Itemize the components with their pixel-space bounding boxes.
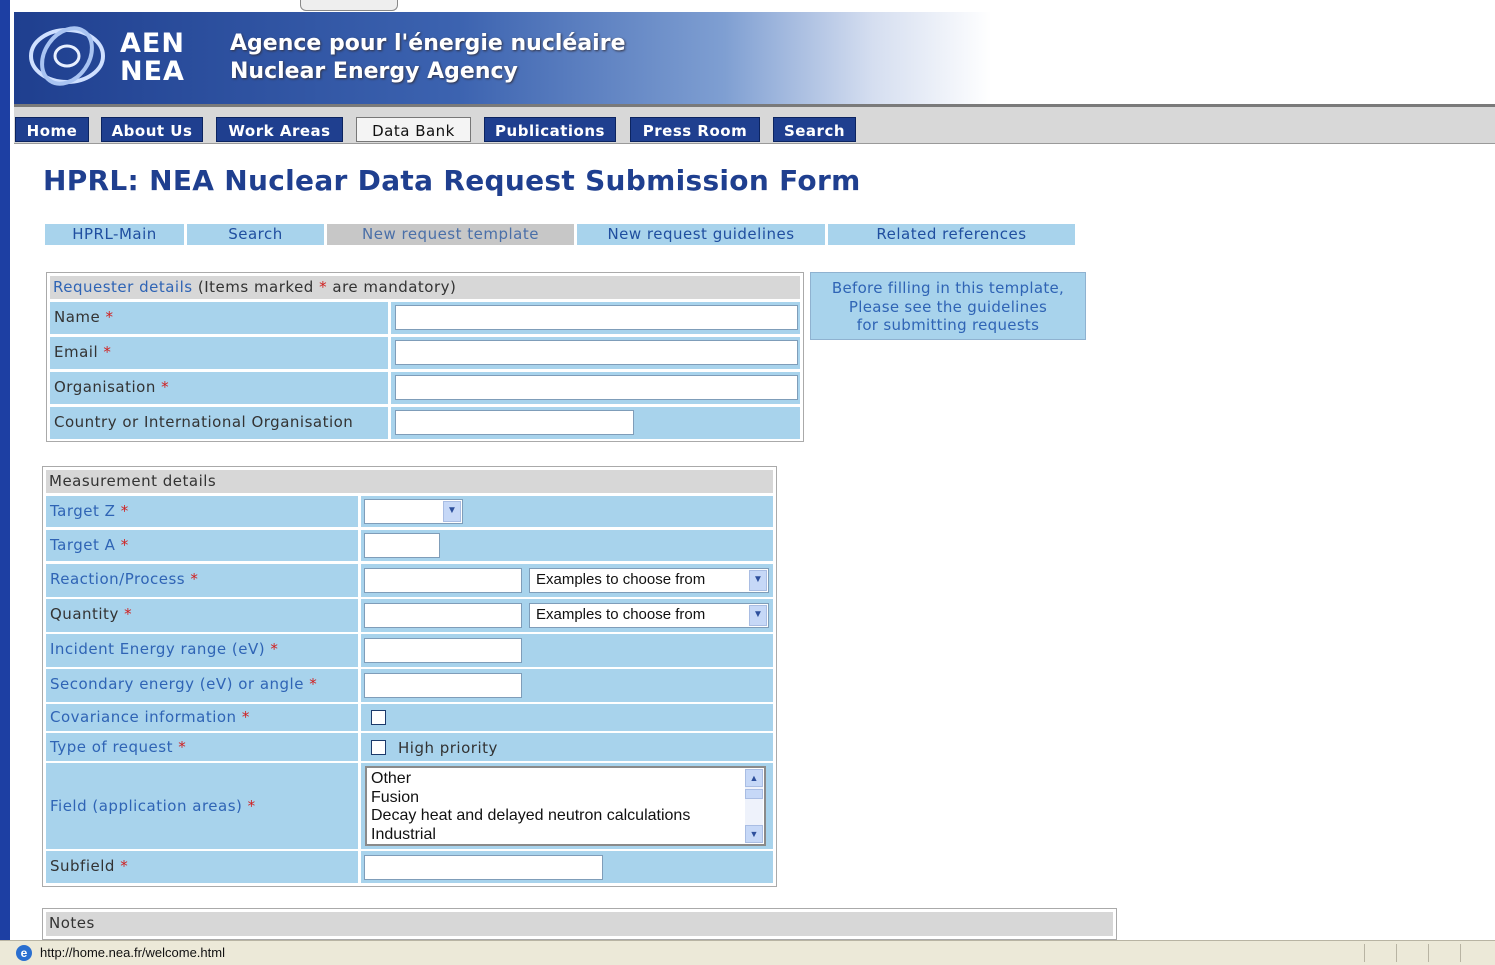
page-title: HPRL: NEA Nuclear Data Request Submissio… [43,164,861,197]
name-label: Name * [50,302,388,334]
chevron-down-icon[interactable]: ▼ [443,501,461,522]
nav-tab-press-room[interactable]: Press Room [630,117,760,142]
logo-line-aen: AEN [120,28,185,59]
subnav-search[interactable]: Search [187,224,324,245]
target-a-label: Target A * [46,530,358,561]
target-a-input[interactable] [364,533,440,558]
covariance-cell [361,704,773,731]
subnav-new-request-template[interactable]: New request template [327,224,574,245]
chevron-down-icon[interactable]: ▼ [749,570,767,591]
status-divider [1364,944,1365,962]
subfield-label: Subfield * [46,851,358,883]
email-label: Email * [50,337,388,369]
subnav-new-request-guidelines[interactable]: New request guidelines [577,224,825,245]
field-scrollbar[interactable]: ▲ ▼ [745,769,763,843]
notes-header: Notes [46,912,1113,936]
chevron-down-icon[interactable]: ▼ [749,605,767,626]
agency-name-fr: Agence pour l'énergie nucléaire [230,31,626,56]
nea-logo-icon[interactable] [24,22,110,90]
subnav-related-references[interactable]: Related references [828,224,1075,245]
reaction-examples-select[interactable]: Examples to choose from ▼ [529,568,769,593]
guidelines-note-line3: for submitting requests [856,316,1040,334]
secondary-energy-label: Secondary energy (eV) or angle * [46,669,358,702]
covariance-label: Covariance information * [46,704,358,731]
requester-header-note-2: are mandatory) [332,278,457,296]
left-border [0,0,10,940]
nav-tab-home[interactable]: Home [15,117,89,142]
guidelines-note[interactable]: Before filling in this template, Please … [810,272,1086,340]
scroll-up-icon[interactable]: ▲ [745,769,763,787]
secondary-energy-input[interactable] [364,673,522,698]
field-option[interactable]: Fusion [371,789,760,808]
logo-line-nea: NEA [120,56,185,87]
nav-tab-publications[interactable]: Publications [484,117,616,142]
guidelines-note-line2: Please see the guidelines [848,297,1048,316]
covariance-checkbox[interactable] [371,710,386,725]
high-priority-label: High priority [398,739,498,757]
scroll-down-icon[interactable]: ▼ [745,825,763,843]
quantity-input[interactable] [364,603,522,628]
type-of-request-label: Type of request * [46,733,358,761]
subfield-input[interactable] [364,855,603,880]
status-divider [1428,944,1429,962]
browser-tab-edge [300,0,398,11]
field-label: Field (application areas) * [46,763,358,849]
target-z-label: Target Z * [46,496,358,527]
name-input[interactable] [395,305,798,330]
quantity-label: Quantity * [46,599,358,632]
reaction-input[interactable] [364,568,522,593]
field-option[interactable]: Decay heat and delayed neutron calculati… [371,807,760,826]
requester-header: Requester details (Items marked * are ma… [50,276,800,299]
ie-page-icon: e [16,945,32,961]
measurement-header: Measurement details [46,470,773,493]
organisation-input[interactable] [395,375,798,400]
browser-status-bar: e http://home.nea.fr/welcome.html [0,940,1495,965]
quantity-examples-select[interactable]: Examples to choose from ▼ [529,603,769,628]
agency-name: Agence pour l'énergie nucléaire Nuclear … [230,30,626,86]
high-priority-checkbox[interactable] [371,740,386,755]
country-label: Country or International Organisation [50,407,388,439]
field-option[interactable]: Other [371,770,760,789]
target-z-select[interactable]: ▼ [364,499,463,524]
nav-tab-about-us[interactable]: About Us [101,117,203,142]
scroll-thumb[interactable] [745,789,763,799]
logo-text: AEN NEA [120,30,185,86]
requester-header-note-1: (Items marked [197,278,314,296]
organisation-label: Organisation * [50,372,388,404]
status-divider [1396,944,1397,962]
field-listbox[interactable]: Other Fusion Decay heat and delayed neut… [365,766,766,846]
requester-details-link[interactable]: Requester details [53,278,193,296]
subnav-hprl-main[interactable]: HPRL-Main [45,224,184,245]
agency-name-en: Nuclear Energy Agency [230,59,518,84]
guidelines-note-line1: Before filling in this template, [831,279,1065,297]
required-asterisk: * [319,278,328,296]
nav-tab-search[interactable]: Search [773,117,856,142]
incident-energy-label: Incident Energy range (eV) * [46,634,358,667]
status-divider [1460,944,1461,962]
nav-tab-work-areas[interactable]: Work Areas [216,117,343,142]
status-url: http://home.nea.fr/welcome.html [40,945,225,960]
field-option[interactable]: Industrial [371,826,760,845]
email-input[interactable] [395,340,798,365]
reaction-label: Reaction/Process * [46,564,358,597]
nav-tab-data-bank[interactable]: Data Bank [356,117,471,142]
incident-energy-input[interactable] [364,638,522,663]
country-input[interactable] [395,410,634,435]
